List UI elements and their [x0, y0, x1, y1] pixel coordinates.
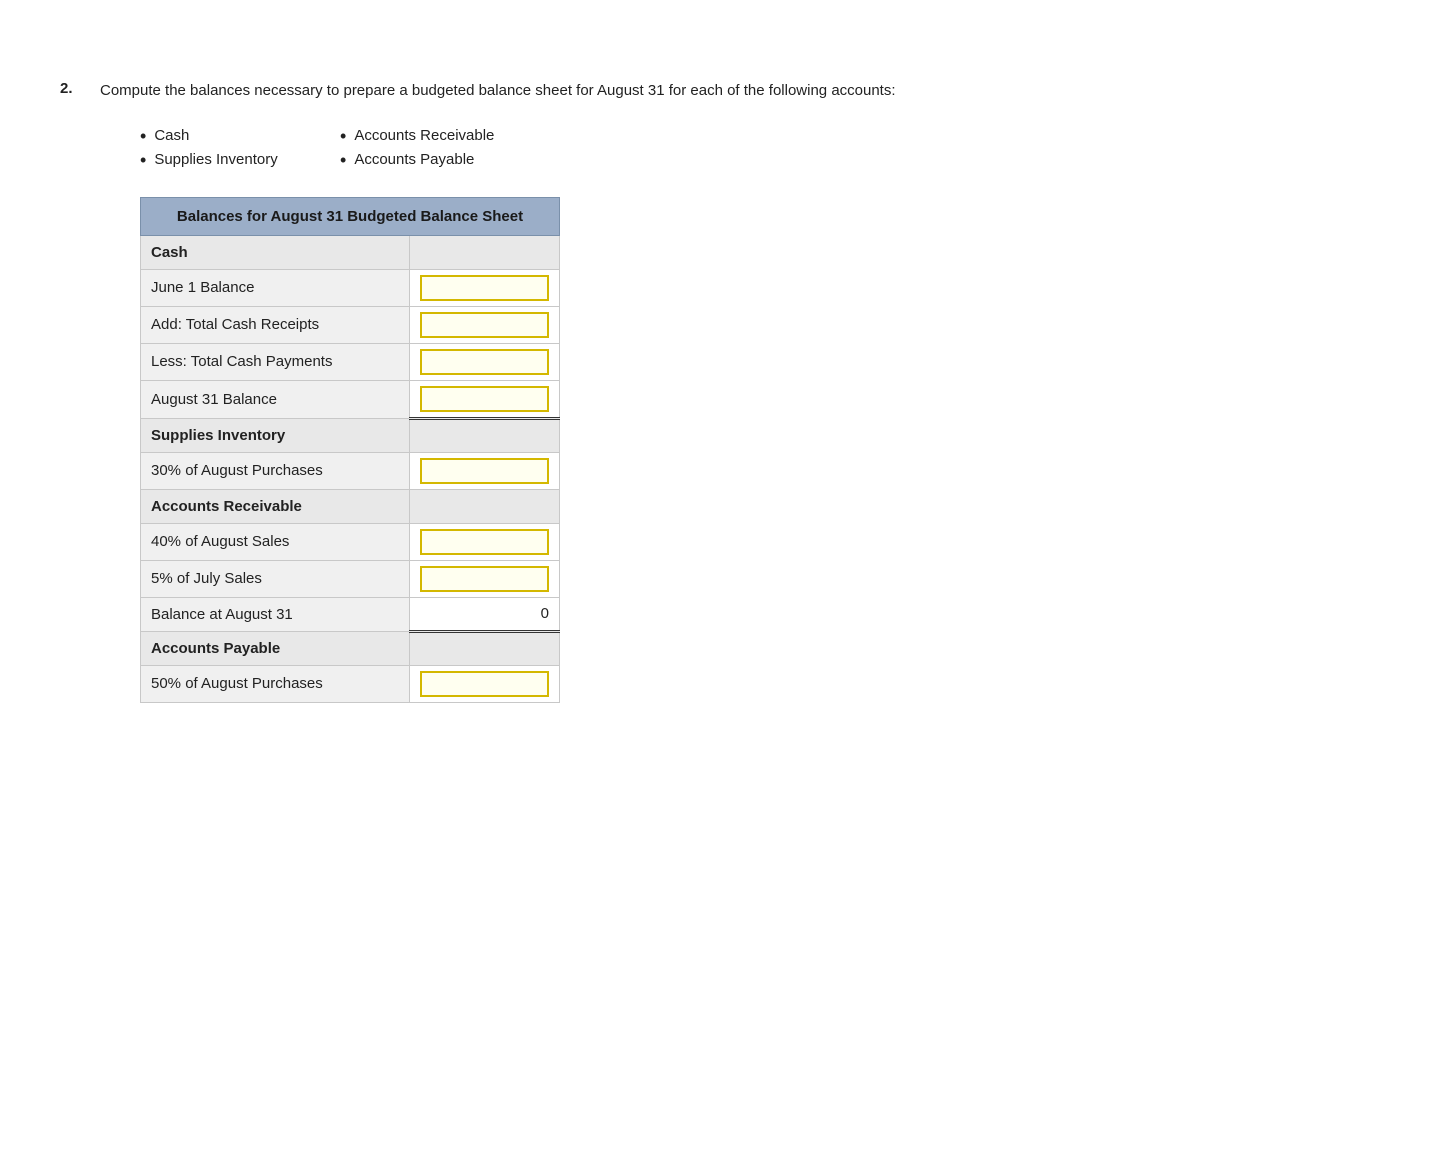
section-value-ar-empty [410, 489, 560, 523]
section-label-ar: Accounts Receivable [141, 489, 410, 523]
bullet-item-ap: • Accounts Payable [340, 151, 600, 169]
row-label-cash-receipts: Add: Total Cash Receipts [141, 306, 410, 343]
row-label-ar-balance: Balance at August 31 [141, 597, 410, 631]
table-row: 50% of August Purchases [141, 665, 560, 702]
table-row: Balance at August 31 0 [141, 597, 560, 631]
row-label-cash-payments: Less: Total Cash Payments [141, 343, 410, 380]
section-header-ap: Accounts Payable [141, 631, 560, 665]
section-header-supplies: Supplies Inventory [141, 418, 560, 452]
row-input-cash-receipts[interactable] [410, 306, 560, 343]
section-value-cash-empty [410, 235, 560, 269]
bullet-label-supplies: Supplies Inventory [154, 151, 277, 168]
question-section: 2. Compute the balances necessary to pre… [60, 80, 1390, 703]
row-input-cash-payments[interactable] [410, 343, 560, 380]
table-row: Add: Total Cash Receipts [141, 306, 560, 343]
table-row: 40% of August Sales [141, 523, 560, 560]
bullet-dot-ar: • [340, 127, 346, 145]
question-number: 2. [60, 80, 84, 103]
input-ap-50pct[interactable] [420, 671, 549, 697]
balance-table-wrapper: Balances for August 31 Budgeted Balance … [140, 197, 1390, 703]
bullet-label-ar: Accounts Receivable [354, 127, 494, 144]
table-row: June 1 Balance [141, 269, 560, 306]
row-input-aug31-cash[interactable] [410, 380, 560, 418]
bullet-dot-ap: • [340, 151, 346, 169]
bullet-label-cash: Cash [154, 127, 189, 144]
input-cash-payments[interactable] [420, 349, 549, 375]
table-row: August 31 Balance [141, 380, 560, 418]
bullet-item-cash: • Cash [140, 127, 340, 145]
input-june1-balance[interactable] [420, 275, 549, 301]
input-aug31-cash[interactable] [420, 386, 549, 412]
bullet-dot: • [140, 127, 146, 145]
balance-table: Balances for August 31 Budgeted Balance … [140, 197, 560, 703]
row-input-supplies-30pct[interactable] [410, 452, 560, 489]
section-value-ap-empty [410, 631, 560, 665]
bullet-label-ap: Accounts Payable [354, 151, 474, 168]
section-label-ap: Accounts Payable [141, 631, 410, 665]
ar-balance-value: 0 [541, 605, 549, 622]
row-input-ar-40pct[interactable] [410, 523, 560, 560]
row-value-ar-balance: 0 [410, 597, 560, 631]
input-ar-5pct[interactable] [420, 566, 549, 592]
table-row: 30% of August Purchases [141, 452, 560, 489]
row-label-aug31-cash: August 31 Balance [141, 380, 410, 418]
table-header: Balances for August 31 Budgeted Balance … [141, 197, 560, 235]
table-header-text: Balances for August 31 Budgeted Balance … [177, 208, 523, 225]
row-label-ar-5pct: 5% of July Sales [141, 560, 410, 597]
row-label-ap-50pct: 50% of August Purchases [141, 665, 410, 702]
input-cash-receipts[interactable] [420, 312, 549, 338]
bullet-item-accounts-receivable: • Accounts Receivable [340, 127, 600, 145]
section-label-cash: Cash [141, 235, 410, 269]
section-value-supplies-empty [410, 418, 560, 452]
bullet-item-supplies: • Supplies Inventory [140, 151, 340, 169]
section-label-supplies: Supplies Inventory [141, 418, 410, 452]
row-input-ar-5pct[interactable] [410, 560, 560, 597]
section-header-ar: Accounts Receivable [141, 489, 560, 523]
row-input-june1[interactable] [410, 269, 560, 306]
input-supplies-30pct[interactable] [420, 458, 549, 484]
row-label-supplies-30pct: 30% of August Purchases [141, 452, 410, 489]
table-row: Less: Total Cash Payments [141, 343, 560, 380]
row-input-ap-50pct[interactable] [410, 665, 560, 702]
table-row: 5% of July Sales [141, 560, 560, 597]
section-header-cash: Cash [141, 235, 560, 269]
question-text: Compute the balances necessary to prepar… [100, 80, 896, 103]
row-label-june1: June 1 Balance [141, 269, 410, 306]
row-label-ar-40pct: 40% of August Sales [141, 523, 410, 560]
bullet-dot-supplies: • [140, 151, 146, 169]
input-ar-40pct[interactable] [420, 529, 549, 555]
question-header: 2. Compute the balances necessary to pre… [60, 80, 1390, 103]
bullet-list: • Cash • Accounts Receivable • Supplies … [140, 127, 1390, 169]
